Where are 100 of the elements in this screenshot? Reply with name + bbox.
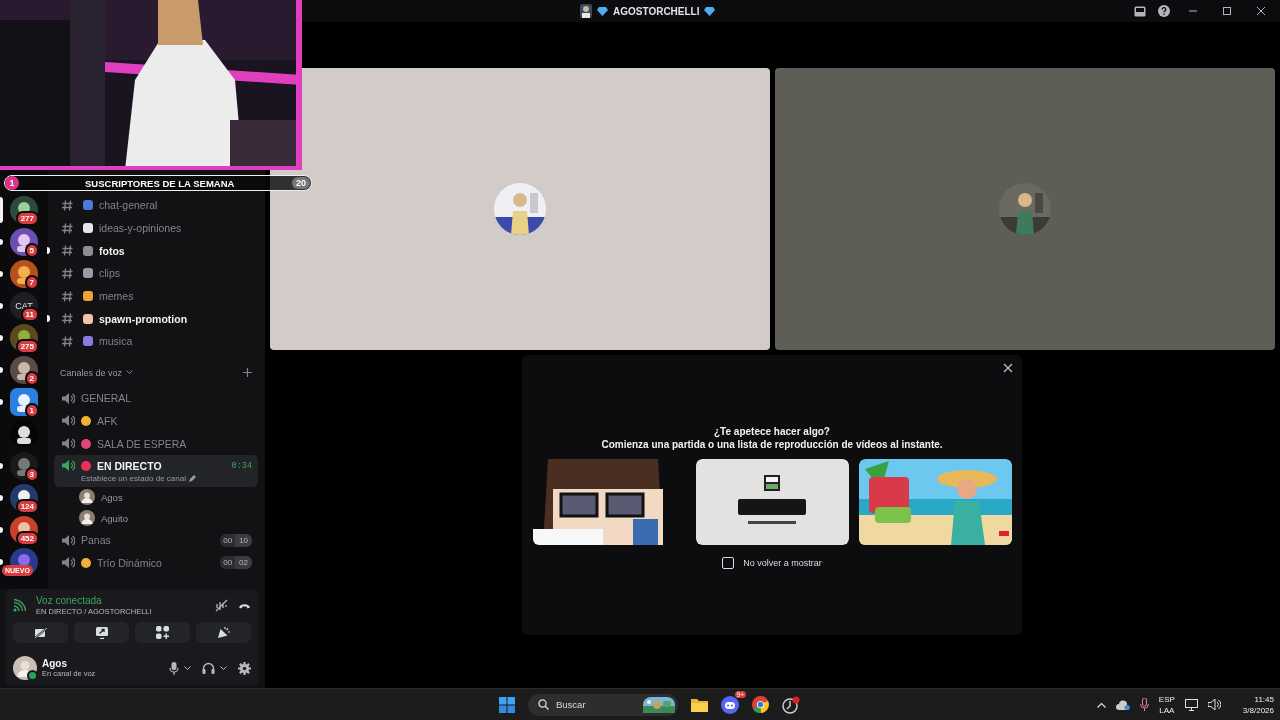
voice-channel[interactable]: EN DIRECTO 0:34 Establece un estado de canal — [54, 454, 258, 487]
voice-channel[interactable]: GENERAL — [54, 386, 258, 410]
headset-icon[interactable] — [202, 662, 215, 674]
emoji-icon — [83, 336, 93, 347]
channel-name: EN DIRECTO — [97, 459, 162, 472]
prompt-title: ¿Te apetece hacer algo? — [714, 426, 830, 437]
soundboard-button[interactable] — [196, 622, 251, 643]
channel-name: GENERAL — [81, 392, 132, 405]
user-limit: 00 02 — [220, 556, 252, 570]
dont-show-checkbox[interactable]: No volver a mostrar — [722, 557, 822, 569]
text-channel[interactable]: musica — [54, 330, 258, 353]
voice-channel[interactable]: Trío Dinámico 00 02 — [54, 551, 258, 575]
channel-name: memes — [99, 290, 134, 303]
call-timer: 0:34 — [231, 460, 252, 471]
channel-name: Trío Dinámico — [97, 556, 162, 569]
text-channel[interactable]: clips — [54, 262, 258, 285]
microphone-icon[interactable] — [169, 661, 179, 675]
microphone-icon[interactable] — [1139, 698, 1149, 711]
hash-icon — [62, 335, 73, 347]
text-channel[interactable]: ideas-y-opiniones — [54, 216, 258, 240]
camera-off-button[interactable] — [13, 622, 68, 643]
avatar-icon — [580, 4, 592, 18]
chevron-icon[interactable] — [184, 665, 191, 671]
channel-name: chat-general — [99, 199, 158, 212]
text-channel[interactable]: spawn-promotion — [54, 307, 258, 331]
rank-badge: 1 — [5, 176, 19, 190]
network-icon[interactable] — [1184, 698, 1198, 711]
hash-icon — [62, 222, 73, 234]
channel-name: musica — [99, 335, 133, 348]
text-channel[interactable]: fotos — [54, 239, 258, 263]
start-icon[interactable] — [499, 696, 515, 713]
emoji-icon — [83, 200, 93, 211]
settings-icon[interactable] — [238, 661, 251, 675]
emoji-icon — [83, 268, 93, 279]
clock[interactable]: 11:45 3/8/2026 — [1242, 693, 1274, 716]
signal-icon — [13, 599, 26, 612]
app-icon[interactable] — [782, 695, 800, 714]
channel-name: spawn-promotion — [99, 312, 188, 325]
disconnect-icon[interactable] — [238, 602, 251, 609]
channel-name: SALA DE ESPERA — [97, 437, 187, 450]
count-badge: 20 — [292, 177, 310, 189]
channel-status: Establece un estado de canal — [81, 473, 186, 483]
chat-app-icon[interactable] — [721, 695, 739, 714]
share-screen-button[interactable] — [74, 622, 129, 643]
camera-off-icon — [33, 626, 48, 639]
speaker-icon[interactable] — [1207, 699, 1221, 710]
window-title: AGOSTORCHELLI — [613, 5, 700, 17]
unread-badge: 452 — [15, 531, 39, 546]
activities-button[interactable] — [135, 622, 190, 643]
channel-name: Panas — [81, 534, 111, 547]
text-channel[interactable]: chat-general — [54, 194, 258, 217]
emoji-icon — [83, 313, 93, 324]
video-tile[interactable] — [775, 68, 1275, 350]
channel-name: fotos — [99, 244, 125, 257]
help-icon[interactable] — [1158, 5, 1170, 17]
close-icon — [1256, 6, 1266, 16]
channel-name: clips — [99, 267, 120, 280]
video-tile[interactable] — [270, 68, 770, 350]
checkbox-label: No volver a mostrar — [743, 558, 822, 568]
prompt-subtitle: Comienza una partida o una lista de reproducción de vídeos al instante. — [601, 439, 943, 450]
voice-member[interactable]: Aguito — [54, 507, 258, 529]
hash-icon — [62, 245, 73, 257]
inbox-icon[interactable] — [1134, 5, 1146, 17]
pencil-icon — [188, 474, 196, 482]
folder-icon[interactable] — [691, 697, 708, 712]
language-indicator[interactable]: ESP LAA — [1158, 693, 1175, 716]
chevron-icon[interactable] — [1096, 701, 1106, 708]
checkbox[interactable] — [722, 557, 735, 569]
emoji-icon — [81, 557, 91, 568]
category-header[interactable]: Canales de voz — [60, 367, 123, 378]
close-icon[interactable] — [1003, 363, 1013, 373]
unread-badge: 277 — [15, 211, 39, 226]
hash-icon — [62, 199, 73, 211]
chevron-icon[interactable] — [220, 665, 227, 671]
text-channel[interactable]: memes — [54, 284, 258, 308]
hash-icon — [62, 290, 73, 302]
cloud-icon[interactable] — [1115, 699, 1130, 710]
gem-icon — [704, 6, 716, 16]
gem-icon — [597, 6, 608, 16]
voice-channel[interactable]: AFK — [54, 409, 258, 433]
voice-member[interactable]: Agos — [54, 486, 258, 508]
emoji-icon — [81, 415, 91, 426]
grid-plus-icon — [156, 626, 169, 639]
channel-name: AFK — [97, 414, 118, 427]
channel-name: ideas-y-opiniones — [99, 222, 182, 235]
user-limit: 00 10 — [220, 533, 252, 547]
emoji-icon — [81, 438, 91, 449]
search-icon — [538, 699, 549, 710]
emoji-icon — [83, 291, 93, 302]
browser-icon[interactable] — [752, 696, 769, 713]
noise-suppression-icon[interactable] — [215, 599, 228, 612]
emoji-icon — [83, 223, 93, 234]
banner-title: SUSCRIPTORES DE LA SEMANA — [85, 177, 235, 189]
voice-channel[interactable]: SALA DE ESPERA — [54, 432, 258, 455]
unread-badge: 275 — [15, 339, 39, 354]
add-icon[interactable] — [243, 368, 252, 378]
online-status-icon — [27, 670, 38, 681]
connection-status: Voz conectada — [36, 595, 103, 606]
voice-channel[interactable]: Panas 00 10 — [54, 528, 258, 552]
server-icon[interactable] — [10, 420, 38, 448]
